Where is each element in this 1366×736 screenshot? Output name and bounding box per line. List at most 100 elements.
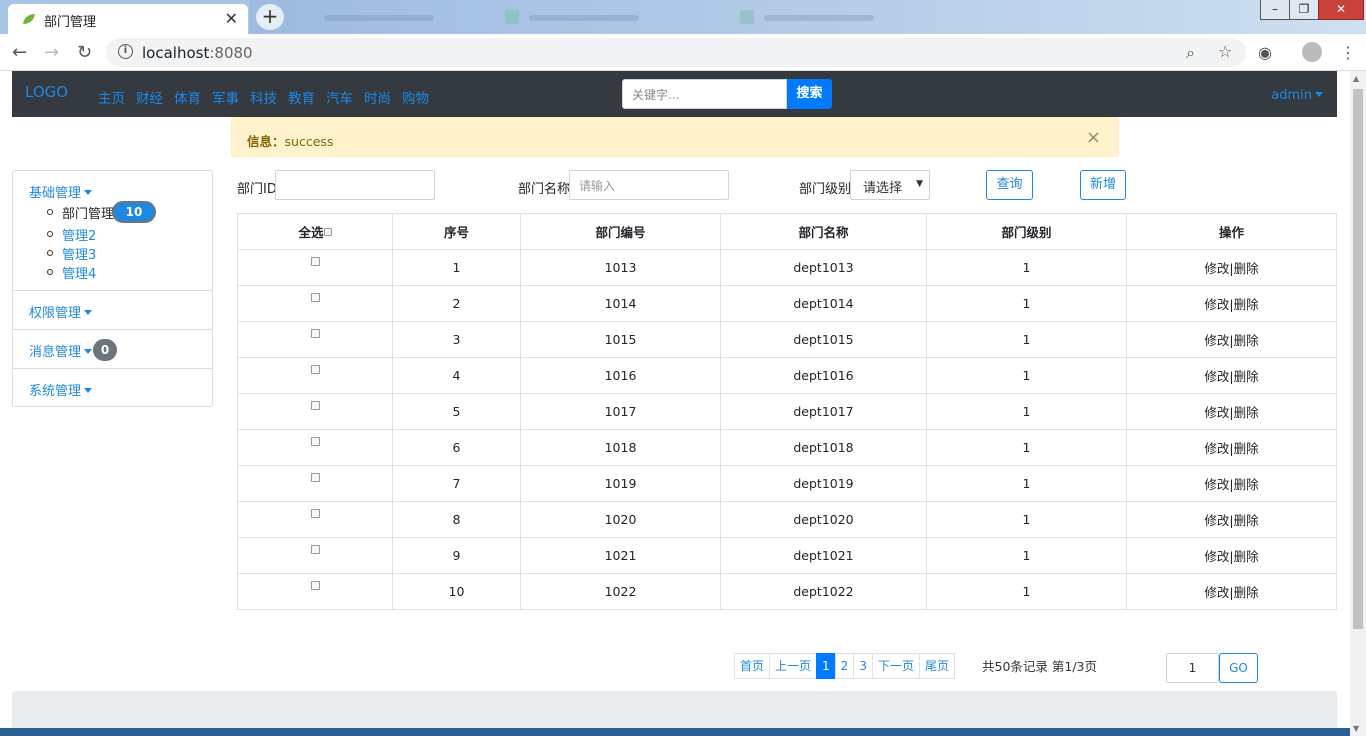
go-button[interactable]: GO bbox=[1219, 653, 1258, 683]
extension-icon[interactable]: ◉ bbox=[1258, 43, 1272, 62]
row-select-cell[interactable] bbox=[237, 573, 393, 610]
edit-link[interactable]: 修改 bbox=[1204, 369, 1229, 384]
window-close-icon[interactable]: ✕ bbox=[1318, 0, 1364, 20]
nav-item-fashion[interactable]: 时尚 bbox=[364, 87, 391, 107]
delete-link[interactable]: 删除 bbox=[1234, 477, 1259, 492]
add-button[interactable]: 新增 bbox=[1080, 170, 1126, 200]
delete-link[interactable]: 删除 bbox=[1234, 549, 1259, 564]
edit-link[interactable]: 修改 bbox=[1204, 441, 1229, 456]
row-checkbox[interactable] bbox=[310, 365, 320, 374]
page-first[interactable]: 首页 bbox=[734, 653, 771, 679]
dept-id-input[interactable] bbox=[275, 170, 435, 200]
scroll-up-icon[interactable]: ▲ bbox=[1353, 74, 1359, 83]
profile-avatar[interactable] bbox=[1302, 42, 1322, 62]
delete-link[interactable]: 删除 bbox=[1234, 297, 1259, 312]
delete-link[interactable]: 删除 bbox=[1234, 369, 1259, 384]
page-3[interactable]: 3 bbox=[853, 653, 873, 679]
row-select-cell[interactable] bbox=[237, 537, 393, 574]
delete-link[interactable]: 删除 bbox=[1234, 441, 1259, 456]
minimize-icon[interactable]: – bbox=[1260, 0, 1290, 20]
row-select-cell[interactable] bbox=[237, 249, 393, 286]
nav-item-home[interactable]: 主页 bbox=[98, 87, 125, 107]
delete-link[interactable]: 删除 bbox=[1234, 405, 1259, 420]
row-checkbox[interactable] bbox=[310, 257, 320, 266]
nav-item-sports[interactable]: 体育 bbox=[174, 87, 201, 107]
nav-item-finance[interactable]: 财经 bbox=[136, 87, 163, 107]
delete-link[interactable]: 删除 bbox=[1234, 333, 1259, 348]
select-all-checkbox[interactable] bbox=[323, 228, 332, 236]
tab-close-icon[interactable]: ✕ bbox=[225, 9, 238, 28]
row-select-cell[interactable] bbox=[237, 465, 393, 502]
background-tab[interactable] bbox=[495, 6, 715, 30]
col-select-all[interactable]: 全选 bbox=[237, 213, 393, 250]
nav-item-education[interactable]: 教育 bbox=[288, 87, 315, 107]
row-checkbox[interactable] bbox=[310, 581, 320, 590]
nav-item-military[interactable]: 军事 bbox=[212, 87, 239, 107]
sidebar-group-permission-toggle[interactable]: 权限管理 bbox=[29, 302, 93, 321]
row-select-cell[interactable] bbox=[237, 285, 393, 322]
row-checkbox[interactable] bbox=[310, 509, 320, 518]
zoom-icon[interactable]: ⌕ bbox=[1186, 43, 1195, 63]
query-button[interactable]: 查询 bbox=[986, 170, 1033, 200]
background-tab[interactable] bbox=[290, 6, 510, 30]
row-checkbox[interactable] bbox=[310, 401, 320, 410]
delete-link[interactable]: 删除 bbox=[1234, 585, 1259, 600]
logo[interactable]: LOGO bbox=[25, 83, 68, 101]
page-scrollbar[interactable]: ▲ ▼ bbox=[1350, 71, 1366, 736]
edit-link[interactable]: 修改 bbox=[1204, 333, 1229, 348]
dept-name-input[interactable]: 请输入 bbox=[569, 170, 729, 200]
edit-link[interactable]: 修改 bbox=[1204, 549, 1229, 564]
row-select-cell[interactable] bbox=[237, 393, 393, 430]
search-input[interactable]: 关键字... bbox=[622, 79, 787, 109]
edit-link[interactable]: 修改 bbox=[1204, 261, 1229, 276]
page-last[interactable]: 尾页 bbox=[918, 653, 955, 679]
row-checkbox[interactable] bbox=[310, 329, 320, 338]
forward-icon[interactable]: → bbox=[44, 42, 59, 63]
maximize-icon[interactable]: ❐ bbox=[1289, 0, 1319, 20]
row-checkbox[interactable] bbox=[310, 293, 320, 302]
back-icon[interactable]: ← bbox=[12, 42, 27, 63]
nav-item-shopping[interactable]: 购物 bbox=[402, 87, 429, 107]
edit-link[interactable]: 修改 bbox=[1204, 297, 1229, 312]
row-select-cell[interactable] bbox=[237, 321, 393, 358]
background-tab[interactable] bbox=[730, 6, 950, 30]
dept-level-select[interactable]: 请选择 ▼ bbox=[850, 170, 930, 200]
search-button[interactable]: 搜索 bbox=[787, 79, 832, 109]
table-row: 5 1017 dept1017 1 修改|删除 bbox=[237, 393, 1337, 430]
reload-icon[interactable]: ↻ bbox=[77, 42, 92, 63]
scroll-down-icon[interactable]: ▼ bbox=[1353, 724, 1359, 733]
new-tab-icon[interactable]: + bbox=[256, 4, 284, 30]
sidebar-group-message-toggle[interactable]: 消息管理 bbox=[29, 341, 93, 360]
row-checkbox[interactable] bbox=[310, 473, 320, 482]
bookmark-star-icon[interactable]: ☆ bbox=[1218, 42, 1232, 61]
page-next[interactable]: 下一页 bbox=[871, 653, 920, 679]
row-dept-name: dept1015 bbox=[720, 321, 927, 358]
edit-link[interactable]: 修改 bbox=[1204, 585, 1229, 600]
page-number-input[interactable]: 1 bbox=[1166, 653, 1219, 683]
nav-item-tech[interactable]: 科技 bbox=[250, 87, 277, 107]
page-1[interactable]: 1 bbox=[816, 653, 836, 679]
info-icon[interactable]: i bbox=[118, 44, 133, 59]
sidebar-group-system-toggle[interactable]: 系统管理 bbox=[29, 380, 93, 399]
page-2[interactable]: 2 bbox=[834, 653, 855, 679]
edit-link[interactable]: 修改 bbox=[1204, 513, 1229, 528]
row-select-cell[interactable] bbox=[237, 501, 393, 538]
sidebar-group-basic-toggle[interactable]: 基础管理 bbox=[29, 182, 93, 201]
nav-item-auto[interactable]: 汽车 bbox=[326, 87, 353, 107]
user-dropdown[interactable]: admin bbox=[1271, 88, 1323, 103]
edit-link[interactable]: 修改 bbox=[1204, 477, 1229, 492]
scrollbar-thumb[interactable] bbox=[1353, 89, 1363, 629]
page-prev[interactable]: 上一页 bbox=[769, 653, 818, 679]
table-row: 9 1021 dept1021 1 修改|删除 bbox=[237, 537, 1337, 574]
browser-tab-active[interactable]: 部门管理 ✕ bbox=[8, 4, 248, 34]
edit-link[interactable]: 修改 bbox=[1204, 405, 1229, 420]
alert-close-icon[interactable]: × bbox=[1086, 127, 1101, 148]
delete-link[interactable]: 删除 bbox=[1234, 513, 1259, 528]
delete-link[interactable]: 删除 bbox=[1234, 261, 1259, 276]
url-field[interactable]: i localhost:8080 ⌕ ☆ bbox=[106, 38, 1246, 67]
row-select-cell[interactable] bbox=[237, 429, 393, 466]
menu-dots-icon[interactable]: ⋮ bbox=[1340, 43, 1356, 62]
row-checkbox[interactable] bbox=[310, 545, 320, 554]
row-select-cell[interactable] bbox=[237, 357, 393, 394]
row-checkbox[interactable] bbox=[310, 437, 320, 446]
